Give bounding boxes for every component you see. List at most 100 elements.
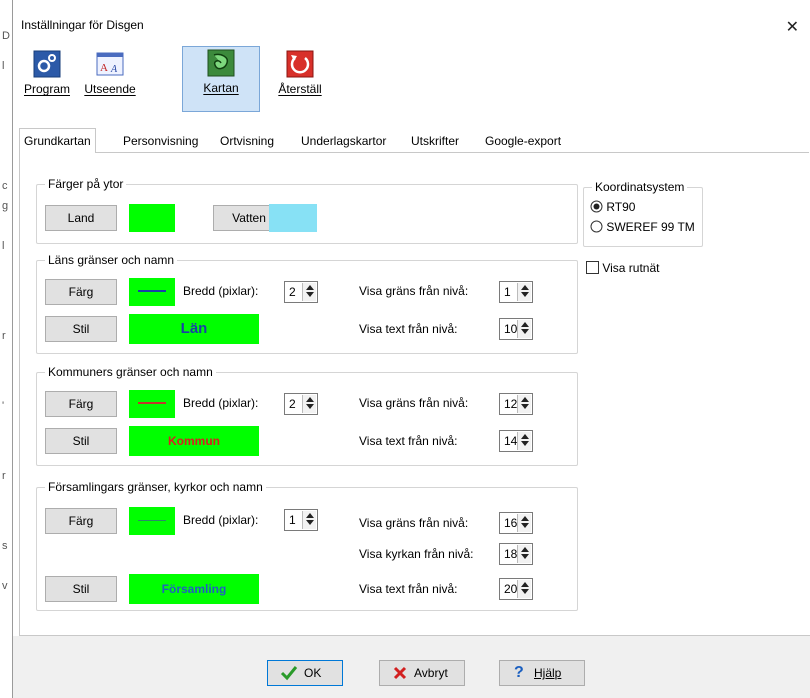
appearance-font-icon: A A — [96, 52, 124, 76]
county-width-stepper[interactable]: 2 — [284, 281, 318, 303]
parish-border-level-stepper[interactable]: 16 — [499, 512, 533, 534]
county-borders-group: Läns gränser och namn Färg Bredd (pixlar… — [36, 253, 578, 354]
toolbar-appearance-button[interactable]: A A Utseende — [79, 48, 141, 108]
svg-text:A: A — [100, 62, 108, 74]
parish-text-sample: Församling — [129, 574, 259, 604]
county-text-level-stepper[interactable]: 10 — [499, 318, 533, 340]
radio-unchecked-icon — [590, 220, 603, 233]
water-color-swatch — [269, 204, 317, 232]
tab-google-export[interactable]: Google-export — [481, 130, 565, 152]
municipality-width-label: Bredd (pixlar): — [183, 396, 259, 410]
tab-grundkartan[interactable]: Grundkartan — [19, 128, 96, 154]
tab-personvisning[interactable]: Personvisning — [119, 130, 202, 152]
help-button[interactable]: ? Hjälp — [499, 660, 585, 686]
municipality-border-level-label: Visa gräns från nivå: — [359, 396, 469, 410]
land-color-swatch — [129, 204, 175, 232]
stepper-arrows[interactable] — [302, 283, 316, 301]
stepper-value: 16 — [504, 516, 518, 530]
toolbar-reset-label: Återställ — [278, 82, 322, 96]
cancel-label: Avbryt — [414, 666, 448, 680]
stepper-arrows[interactable] — [517, 580, 531, 598]
stepper-arrows[interactable] — [517, 432, 531, 450]
stepper-arrows[interactable] — [302, 511, 316, 529]
stepper-value: 12 — [504, 397, 518, 411]
stepper-value: 10 — [504, 322, 518, 336]
group-title: Kommuners gränser och namn — [45, 365, 216, 379]
toolbar-program-label: Program — [23, 82, 70, 96]
toolbar-reset-button[interactable]: Återställ — [269, 48, 331, 108]
dialog-button-bar: OK Avbryt ? Hjälp — [13, 636, 810, 698]
municipality-color-button[interactable]: Färg — [45, 391, 117, 417]
help-label: Hjälp — [534, 666, 562, 680]
stepper-value: 14 — [504, 434, 518, 448]
county-text-level-label: Visa text från nivå: — [359, 322, 458, 336]
sweref-label: SWEREF 99 TM — [606, 220, 695, 234]
parish-church-level-stepper[interactable]: 18 — [499, 543, 533, 565]
tab-underlagskartor[interactable]: Underlagskartor — [297, 130, 390, 152]
stepper-arrows[interactable] — [517, 514, 531, 532]
parish-style-button[interactable]: Stil — [45, 576, 117, 602]
municipality-width-stepper[interactable]: 2 — [284, 393, 318, 415]
radio-checked-icon — [590, 200, 603, 213]
sweref-radio[interactable]: SWEREF 99 TM — [590, 218, 695, 236]
municipality-style-button[interactable]: Stil — [45, 428, 117, 454]
stepper-value: 1 — [504, 285, 511, 299]
county-line-swatch — [129, 278, 175, 306]
parish-color-button[interactable]: Färg — [45, 508, 117, 534]
county-border-level-label: Visa gräns från nivå: — [359, 284, 469, 298]
surface-colors-group: Färger på ytor Land Vatten — [36, 177, 578, 244]
county-text-sample: Län — [129, 314, 259, 344]
county-width-label: Bredd (pixlar): — [183, 284, 259, 298]
svg-text:A: A — [110, 64, 118, 75]
tab-utskrifter[interactable]: Utskrifter — [407, 130, 463, 152]
stepper-value: 2 — [289, 285, 296, 299]
stepper-arrows[interactable] — [517, 320, 531, 338]
tab-ortvisning[interactable]: Ortvisning — [216, 130, 278, 152]
municipality-border-level-stepper[interactable]: 12 — [499, 393, 533, 415]
land-color-button[interactable]: Land — [45, 205, 117, 231]
toolbar-program-button[interactable]: Program — [21, 48, 73, 108]
tab-strip: Grundkartan Personvisning Ortvisning Und… — [19, 128, 809, 154]
municipality-text-sample: Kommun — [129, 426, 259, 456]
stepper-value: 1 — [289, 513, 296, 527]
ok-label: OK — [304, 666, 322, 680]
show-grid-checkbox[interactable]: Visa rutnät — [586, 259, 660, 277]
checkmark-icon — [280, 666, 298, 681]
cancel-button[interactable]: Avbryt — [379, 660, 465, 686]
stepper-arrows[interactable] — [517, 395, 531, 413]
parish-width-stepper[interactable]: 1 — [284, 509, 318, 531]
rt90-label: RT90 — [606, 200, 636, 214]
parish-line-swatch — [129, 507, 175, 535]
stepper-value: 20 — [504, 582, 518, 596]
municipality-text-level-stepper[interactable]: 14 — [499, 430, 533, 452]
stepper-arrows[interactable] — [302, 395, 316, 413]
stepper-value: 18 — [504, 547, 518, 561]
parish-text-level-stepper[interactable]: 20 — [499, 578, 533, 600]
municipality-text-level-label: Visa text från nivå: — [359, 434, 458, 448]
toolbar-appearance-label: Utseende — [84, 82, 136, 96]
group-title: Färger på ytor — [45, 177, 127, 191]
group-title: Församlingars gränser, kyrkor och namn — [45, 480, 266, 494]
help-question-icon: ? — [514, 664, 524, 681]
county-style-button[interactable]: Stil — [45, 316, 117, 342]
titlebar: Inställningar för Disgen ✕ — [13, 0, 810, 36]
stepper-value: 2 — [289, 397, 296, 411]
municipality-line-swatch — [129, 390, 175, 418]
toolbar-map-button[interactable]: Kartan — [182, 46, 260, 112]
county-color-button[interactable]: Färg — [45, 279, 117, 305]
municipality-line-sample — [138, 402, 166, 404]
reset-arrow-icon — [286, 50, 314, 78]
county-border-level-stepper[interactable]: 1 — [499, 281, 533, 303]
group-title: Koordinatsystem — [592, 180, 688, 194]
show-grid-label: Visa rutnät — [602, 261, 660, 275]
close-button[interactable]: ✕ — [786, 17, 799, 37]
settings-dialog: Inställningar för Disgen ✕ Program A A U… — [12, 0, 810, 698]
parish-width-label: Bredd (pixlar): — [183, 513, 259, 527]
rt90-radio[interactable]: RT90 — [590, 198, 635, 216]
stepper-arrows[interactable] — [517, 283, 531, 301]
stepper-arrows[interactable] — [517, 545, 531, 563]
toolbar-map-label: Kartan — [203, 81, 239, 95]
checkbox-unchecked-icon — [586, 261, 599, 274]
parish-text-level-label: Visa text från nivå: — [359, 582, 458, 596]
ok-button[interactable]: OK — [267, 660, 343, 686]
